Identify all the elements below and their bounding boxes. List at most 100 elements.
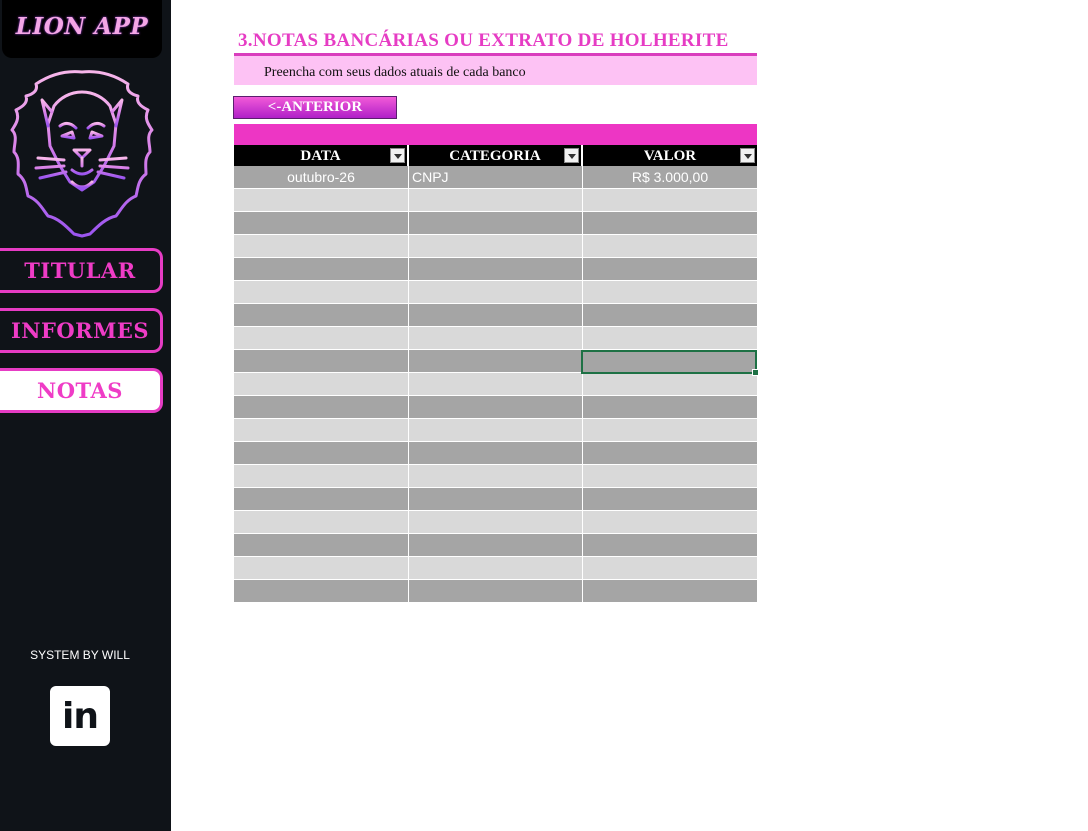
table-cell[interactable] xyxy=(583,442,757,465)
linkedin-text: in xyxy=(62,695,99,737)
table-row xyxy=(234,442,757,465)
table-cell[interactable] xyxy=(409,580,583,603)
table-cell[interactable] xyxy=(409,534,583,557)
table-cell[interactable] xyxy=(234,281,409,304)
column-header-data-label: DATA xyxy=(300,148,341,164)
table-cell[interactable] xyxy=(583,327,757,350)
table-cell[interactable] xyxy=(409,235,583,258)
table-cell[interactable] xyxy=(409,488,583,511)
table-cell[interactable] xyxy=(583,488,757,511)
table-cell[interactable] xyxy=(234,350,409,373)
table-cell[interactable] xyxy=(583,419,757,442)
table-row xyxy=(234,465,757,488)
table-cell[interactable] xyxy=(409,350,583,373)
sidebar: LION APP TITULAR INFORMES NOTAS SYSTEM B… xyxy=(0,0,171,831)
table-cell[interactable] xyxy=(583,212,757,235)
table-cell[interactable]: outubro-26 xyxy=(234,166,409,189)
column-header-categoria: CATEGORIA xyxy=(409,145,583,166)
table-cell[interactable] xyxy=(409,511,583,534)
table-row xyxy=(234,373,757,396)
column-header-data: DATA xyxy=(234,145,409,166)
table-cell[interactable] xyxy=(583,396,757,419)
column-header-categoria-label: CATEGORIA xyxy=(449,148,541,164)
table-cell[interactable] xyxy=(583,373,757,396)
column-header-valor-label: VALOR xyxy=(643,148,697,164)
table-cell[interactable] xyxy=(234,580,409,603)
table-cell[interactable] xyxy=(583,281,757,304)
table-cell[interactable] xyxy=(583,511,757,534)
table-cell[interactable] xyxy=(409,189,583,212)
table-row: outubro-26 CNPJ R$ 3.000,00 xyxy=(234,166,757,189)
table-cell[interactable] xyxy=(409,258,583,281)
table-cell[interactable] xyxy=(583,557,757,580)
filter-dropdown-icon[interactable] xyxy=(390,148,405,163)
table-row xyxy=(234,350,757,373)
table-cell[interactable] xyxy=(409,396,583,419)
table-cell[interactable] xyxy=(234,212,409,235)
table-cell[interactable]: CNPJ xyxy=(409,166,583,189)
table-cell[interactable] xyxy=(583,189,757,212)
nav-notas-label: NOTAS xyxy=(37,378,123,403)
table-row xyxy=(234,189,757,212)
table-row xyxy=(234,580,757,603)
table-row xyxy=(234,304,757,327)
table-cell[interactable] xyxy=(234,373,409,396)
table-cell[interactable] xyxy=(409,304,583,327)
table-cell[interactable] xyxy=(234,557,409,580)
subtitle-band: Preencha com seus dados atuais de cada b… xyxy=(234,56,757,85)
nav-informes-button[interactable]: INFORMES xyxy=(0,308,163,353)
app-title: LION APP xyxy=(15,12,149,40)
nav-titular-button[interactable]: TITULAR xyxy=(0,248,163,293)
table-row xyxy=(234,557,757,580)
table-row xyxy=(234,258,757,281)
table-row xyxy=(234,327,757,350)
notes-table: DATA CATEGORIA VALOR outubro-26 CNPJ R$ 3.… xyxy=(234,145,757,603)
table-row xyxy=(234,488,757,511)
table-header-row: DATA CATEGORIA VALOR xyxy=(234,145,757,166)
table-cell[interactable] xyxy=(234,442,409,465)
page-title: 3.NOTAS BANCÁRIAS OU EXTRATO DE HOLHERIT… xyxy=(238,30,729,51)
table-cell[interactable] xyxy=(409,465,583,488)
back-button[interactable]: <-ANTERIOR xyxy=(233,96,397,119)
lion-head-icon xyxy=(10,70,154,238)
table-cell[interactable] xyxy=(583,350,757,373)
table-cell[interactable] xyxy=(234,189,409,212)
table-cell[interactable] xyxy=(234,396,409,419)
linkedin-icon[interactable]: in xyxy=(50,686,110,746)
table-cell[interactable] xyxy=(234,465,409,488)
table-cell[interactable] xyxy=(583,258,757,281)
table-cell[interactable] xyxy=(409,557,583,580)
table-cell[interactable] xyxy=(409,373,583,396)
nav-notas-button[interactable]: NOTAS xyxy=(0,368,163,413)
table-cell[interactable] xyxy=(234,235,409,258)
table-cell[interactable] xyxy=(234,419,409,442)
table-cell[interactable] xyxy=(583,580,757,603)
table-cell[interactable] xyxy=(583,465,757,488)
table-cell[interactable] xyxy=(234,511,409,534)
filter-dropdown-icon[interactable] xyxy=(564,148,579,163)
table-cell[interactable] xyxy=(234,534,409,557)
table-cell[interactable] xyxy=(409,327,583,350)
table-cell[interactable] xyxy=(409,419,583,442)
credit-text: SYSTEM BY WILL xyxy=(30,648,130,662)
table-cell[interactable] xyxy=(409,281,583,304)
table-row xyxy=(234,281,757,304)
column-header-valor: VALOR xyxy=(583,145,757,166)
table-header-band xyxy=(234,124,757,145)
table-cell[interactable] xyxy=(583,304,757,327)
nav-informes-label: INFORMES xyxy=(10,318,150,343)
table-cell[interactable] xyxy=(234,327,409,350)
table-cell[interactable] xyxy=(234,258,409,281)
table-cell[interactable]: R$ 3.000,00 xyxy=(583,166,757,189)
table-row xyxy=(234,235,757,258)
app-title-box: LION APP xyxy=(2,0,162,58)
filter-dropdown-icon[interactable] xyxy=(740,148,755,163)
table-cell[interactable] xyxy=(234,304,409,327)
page-subtitle: Preencha com seus dados atuais de cada b… xyxy=(264,65,526,80)
table-cell[interactable] xyxy=(409,442,583,465)
table-cell[interactable] xyxy=(583,235,757,258)
table-cell[interactable] xyxy=(234,488,409,511)
table-row xyxy=(234,396,757,419)
table-cell[interactable] xyxy=(409,212,583,235)
table-cell[interactable] xyxy=(583,534,757,557)
